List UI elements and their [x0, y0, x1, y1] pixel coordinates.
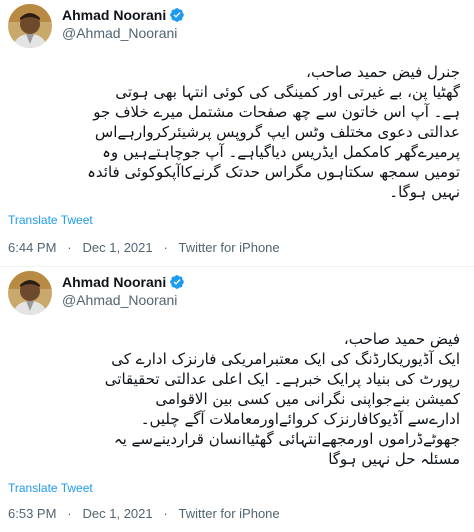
- tweet-text-line: عدالتی دعوی مختلف وٹس ایپ گروپس پرشیئرکر…: [94, 123, 460, 141]
- meta-separator: ·: [67, 506, 72, 521]
- author-block: Ahmad Noorani @Ahmad_Noorani: [62, 273, 185, 309]
- tweet-text-line: جھوٹےڈراموں اورمجھےانتہائی گھٹیاانسان قر…: [113, 430, 460, 448]
- tweet-header: Ahmad Noorani @Ahmad_Noorani: [8, 271, 462, 321]
- author-name-row[interactable]: Ahmad Noorani: [62, 273, 185, 291]
- avatar-image: [8, 271, 52, 315]
- tweet-text-line: ادارےسے آڈیوکافارنزک کروائےاورمعاملات آگ…: [140, 410, 460, 428]
- author-handle[interactable]: @Ahmad_Noorani: [62, 291, 185, 309]
- tweet-header: Ahmad Noorani @Ahmad_Noorani: [8, 4, 462, 54]
- meta-separator: ·: [67, 240, 72, 255]
- verified-badge-icon: [169, 7, 185, 23]
- tweet-card: Ahmad Noorani @Ahmad_Noorani فیض حمید صا…: [0, 266, 474, 532]
- tweet-time[interactable]: 6:53 PM: [8, 506, 56, 521]
- tweet-date[interactable]: Dec 1, 2021: [83, 240, 153, 255]
- tweet-text-line: جنرل فیض حمید صاحب،: [306, 63, 460, 81]
- tweet-text-line: مسئلہ حل نہیں ہوگا: [328, 450, 460, 468]
- tweet-text-line: گھٹیا پن، بے غیرتی اور کمینگی کی کوئی ان…: [115, 83, 460, 101]
- tweet-source[interactable]: Twitter for iPhone: [178, 506, 279, 521]
- tweet-meta: 6:53 PM · Dec 1, 2021 · Twitter for iPho…: [8, 506, 280, 521]
- tweet-text-line: فیض حمید صاحب،: [343, 330, 460, 348]
- tweet-card: Ahmad Noorani @Ahmad_Noorani جنرل فیض حم…: [0, 0, 474, 266]
- tweet-date[interactable]: Dec 1, 2021: [83, 506, 153, 521]
- author-block: Ahmad Noorani @Ahmad_Noorani: [62, 6, 185, 42]
- meta-separator: ·: [163, 240, 168, 255]
- tweet-text: جنرل فیض حمید صاحب، گھٹیا پن، بے غیرتی ا…: [8, 62, 462, 232]
- tweet-source[interactable]: Twitter for iPhone: [178, 240, 279, 255]
- tweet-text: فیض حمید صاحب، ایک آڈیوریکارڈنگ کی ایک م…: [8, 329, 462, 499]
- tweet-text-line: کمیشن بنےجواپنی نگرانی میں کسی بین الاقو…: [155, 390, 460, 408]
- translate-tweet-link[interactable]: Translate Tweet: [8, 481, 93, 495]
- author-name[interactable]: Ahmad Noorani: [62, 6, 166, 24]
- tweet-text-line: تومیں سمجھ سکتاہوں مگراس حدتک گرنےکاآپکو…: [87, 163, 460, 181]
- avatar[interactable]: [8, 4, 52, 48]
- tweet-text-line: پرمیرےگھر کامکمل ایڈریس دیاگیاہے۔ آپ جوچ…: [102, 143, 460, 161]
- verified-badge-icon: [169, 274, 185, 290]
- tweet-time[interactable]: 6:44 PM: [8, 240, 56, 255]
- author-name-row[interactable]: Ahmad Noorani: [62, 6, 185, 24]
- translate-tweet-link[interactable]: Translate Tweet: [8, 213, 93, 227]
- meta-separator: ·: [163, 506, 168, 521]
- tweet-text-line: ہے۔ آپ اس خاتون سے چھ صفحات مشتمل میرے خ…: [93, 103, 460, 121]
- tweet-text-line: ایک آڈیوریکارڈنگ کی ایک معتبرامریکی فارن…: [111, 350, 460, 368]
- avatar-image: [8, 4, 52, 48]
- author-handle[interactable]: @Ahmad_Noorani: [62, 24, 185, 42]
- author-name[interactable]: Ahmad Noorani: [62, 273, 166, 291]
- tweet-text-line: نہیں ہوگا۔: [389, 183, 460, 201]
- tweet-text-line: رپورٹ کی بنیاد پرایک خبرہے۔ ایک اعلی عدا…: [104, 370, 460, 388]
- avatar[interactable]: [8, 271, 52, 315]
- tweet-meta: 6:44 PM · Dec 1, 2021 · Twitter for iPho…: [8, 240, 280, 255]
